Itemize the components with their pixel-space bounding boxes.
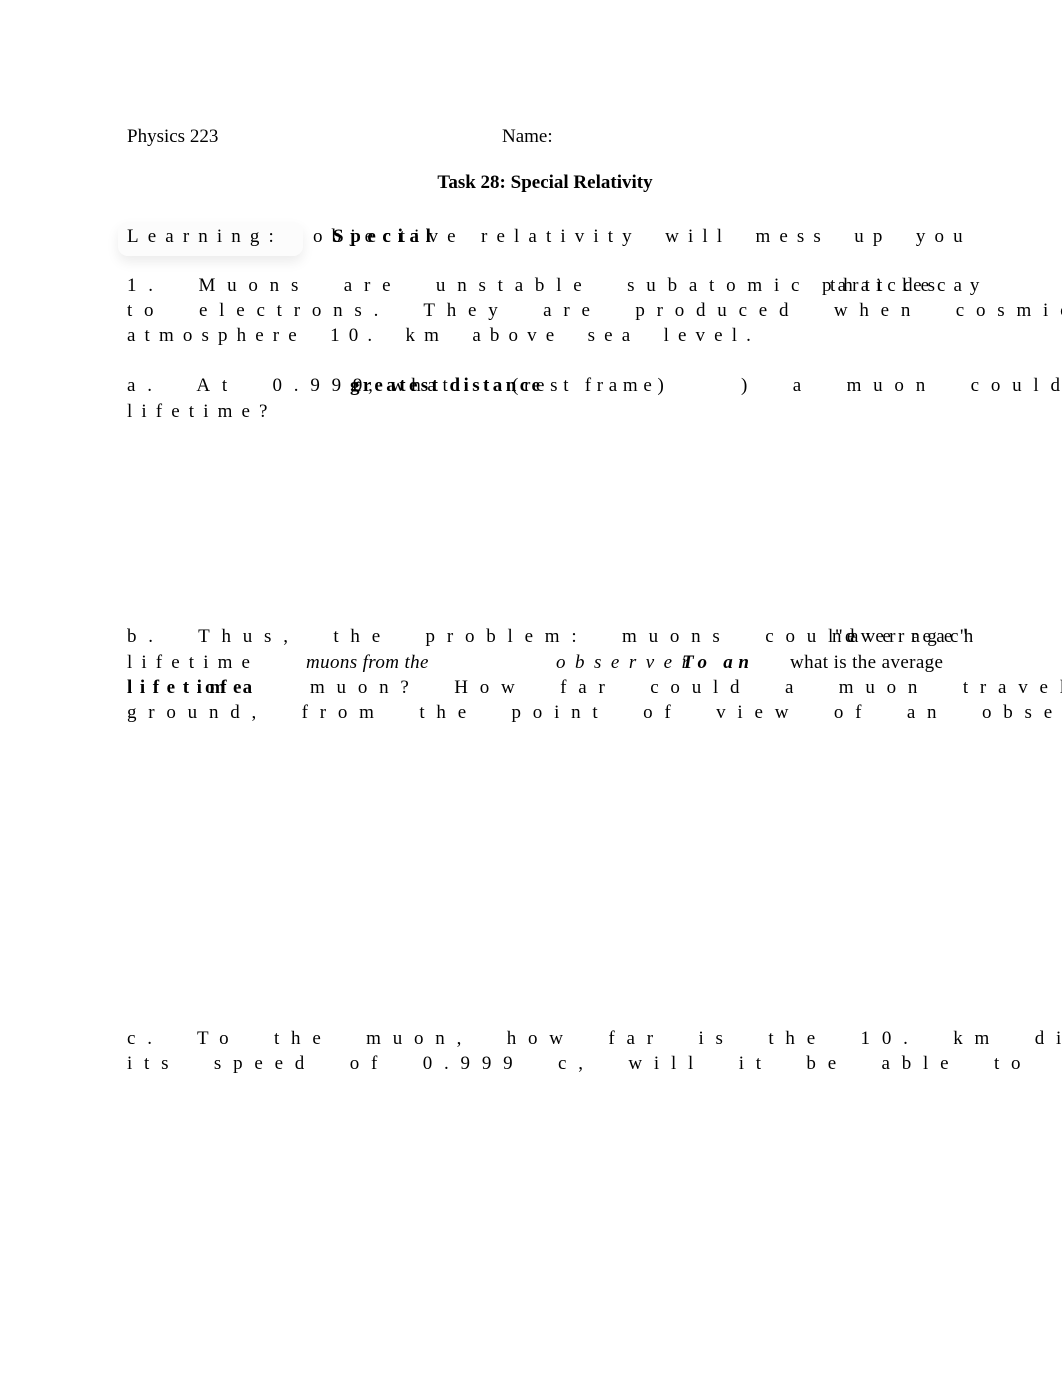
question-a-line-1-rest: ) a muon could: [741, 375, 1062, 396]
question-b-line-3-rest: muon? How far could a muon travel in: [310, 677, 1062, 698]
learning-objective-word-special: Special: [333, 226, 438, 247]
question-b-word-to-an: To an: [682, 652, 755, 673]
question-1-line-2: to electrons. They are produced when cos…: [127, 300, 1062, 321]
learning-objective-label: Learning:: [127, 226, 283, 247]
question-b-word-observer: observer: [556, 652, 699, 673]
question-b-line-4: ground, from the point of view of an obs…: [127, 702, 1062, 723]
question-a-line-2: lifetime?: [127, 401, 277, 422]
question-1-line-1: 1. Muons are unstable subatomic: [127, 275, 812, 296]
question-a-line-1-start: a. At 0.999: [127, 375, 375, 396]
question-c-line-1: c. To the muon, how far is the 10. km di…: [127, 1028, 1062, 1049]
question-c-line-2: its speed of 0.999 c, will it be able to…: [127, 1053, 1062, 1074]
question-1-line-3: atmosphere 10. km above sea level.: [127, 325, 760, 346]
question-b-line-1-start: b. Thus, the problem: muons could: [127, 626, 867, 647]
question-1-word-that-decay: that decay: [830, 275, 988, 296]
question-b-word-what-is-average: what is the average: [790, 652, 944, 673]
course-label: Physics 223: [127, 126, 219, 147]
question-b-word-muons-from: muons from the: [306, 652, 429, 673]
name-label: Name:: [502, 126, 553, 147]
question-a-word-rest-frame: (rest frame): [512, 375, 670, 396]
question-b-line-2-start: lifetime: [127, 652, 260, 673]
question-b-word-of-a: of a: [205, 677, 258, 698]
page-title: Task 28: Special Relativity: [437, 172, 653, 193]
learning-objective-text: relativity will mess up you: [481, 226, 972, 247]
question-b-word-average: "average": [835, 626, 975, 647]
